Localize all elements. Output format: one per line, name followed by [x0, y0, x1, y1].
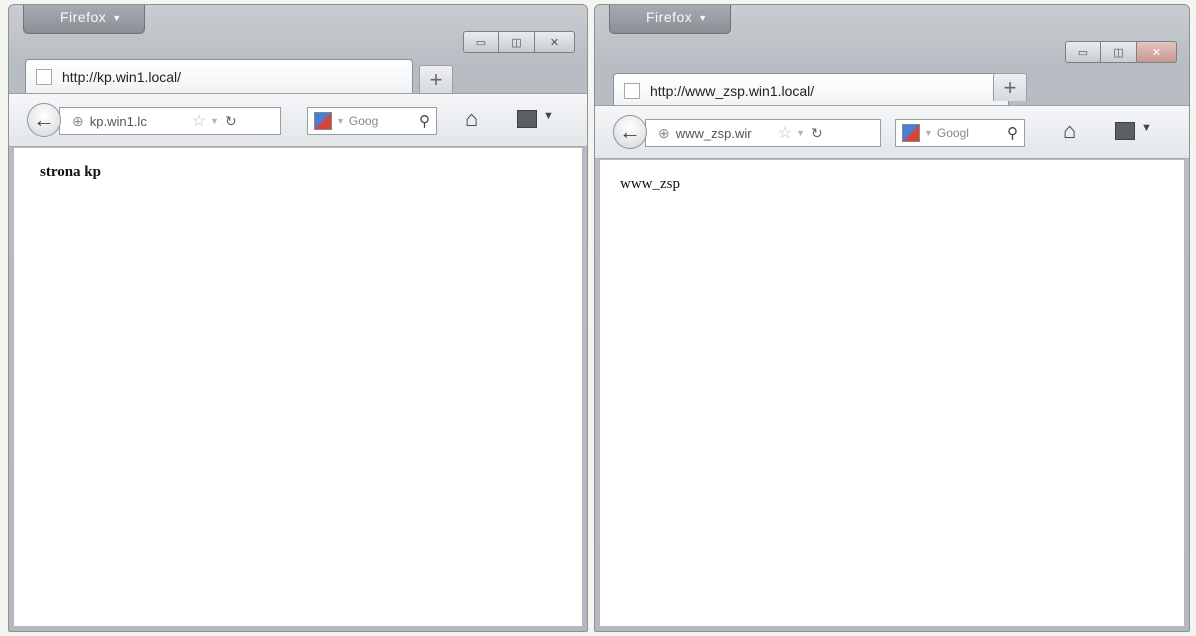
globe-icon: ⊕	[72, 112, 84, 129]
firefox-menu-button[interactable]: Firefox ▼	[609, 5, 731, 34]
reload-icon[interactable]: ↻	[811, 125, 823, 142]
maximize-icon[interactable]: ◫	[499, 31, 535, 53]
arrow-left-icon: ←	[619, 119, 641, 144]
search-box[interactable]: ▼ Goog ⚲	[307, 107, 437, 135]
new-tab-button[interactable]: +	[419, 65, 453, 93]
search-icon[interactable]: ⚲	[419, 112, 430, 130]
tab-active[interactable]: http://www_zsp.win1.local/	[613, 73, 1009, 107]
url-bar[interactable]: ⊕ www_zsp.wir ☆ ▼ ↻	[645, 119, 881, 147]
search-box[interactable]: ▼ Googl ⚲	[895, 119, 1025, 147]
star-icon[interactable]: ☆	[778, 123, 792, 143]
bookmarks-icon[interactable]	[517, 110, 537, 128]
plus-icon: +	[1003, 74, 1017, 100]
navigation-toolbar: ⊕ www_zsp.wir ☆ ▼ ↻ ← ▼ Googl ⚲ ⌂ ▼	[595, 105, 1189, 159]
url-text: kp.win1.lc	[89, 113, 147, 129]
chevron-down-icon: ▼	[698, 13, 708, 24]
page-content: www_zsp	[599, 159, 1185, 627]
url-bar[interactable]: ⊕ kp.win1.lc ☆ ▼ ↻	[59, 107, 281, 135]
bookmarks-dropdown-icon[interactable]: ▼	[1141, 122, 1152, 134]
engine-dropdown-icon[interactable]: ▼	[336, 116, 345, 126]
browser-window-left: Firefox ▼ ▭ ◫ ✕ http://kp.win1.local/ + ⊕…	[8, 4, 588, 632]
page-favicon-icon	[624, 82, 640, 99]
minimize-icon[interactable]: ▭	[463, 31, 499, 53]
search-icon[interactable]: ⚲	[1007, 124, 1018, 142]
bookmarks-icon[interactable]	[1115, 122, 1135, 140]
back-button[interactable]: ←	[613, 115, 647, 149]
search-engine-icon[interactable]	[902, 124, 920, 142]
page-content: strona kp	[13, 147, 583, 627]
home-icon[interactable]: ⌂	[1063, 118, 1076, 144]
firefox-menu-label: Firefox	[646, 9, 693, 25]
minimize-icon[interactable]: ▭	[1065, 41, 1101, 63]
history-dropdown-icon[interactable]: ▼	[210, 116, 219, 126]
chevron-down-icon: ▼	[112, 13, 122, 24]
search-text: Goog	[348, 114, 379, 128]
search-engine-icon[interactable]	[314, 112, 332, 130]
page-text: strona kp	[40, 164, 101, 180]
maximize-icon[interactable]: ◫	[1101, 41, 1137, 63]
bookmarks-dropdown-icon[interactable]: ▼	[543, 110, 554, 122]
engine-dropdown-icon[interactable]: ▼	[924, 128, 933, 138]
tab-title: http://kp.win1.local/	[62, 68, 182, 85]
search-text: Googl	[936, 126, 969, 140]
page-text: www_zsp	[620, 176, 680, 192]
history-dropdown-icon[interactable]: ▼	[796, 128, 805, 138]
star-icon[interactable]: ☆	[192, 111, 206, 131]
close-icon[interactable]: ✕	[535, 31, 575, 53]
firefox-menu-label: Firefox	[60, 9, 107, 25]
globe-icon: ⊕	[658, 124, 670, 141]
home-icon[interactable]: ⌂	[465, 106, 478, 132]
reload-icon[interactable]: ↻	[225, 113, 237, 130]
close-icon[interactable]: ✕	[1137, 41, 1177, 63]
window-controls: ▭ ◫ ✕	[1065, 41, 1177, 63]
page-favicon-icon	[36, 68, 52, 85]
plus-icon: +	[429, 66, 443, 92]
url-text: www_zsp.wir	[675, 125, 752, 141]
window-controls: ▭ ◫ ✕	[463, 31, 575, 53]
new-tab-button[interactable]: +	[993, 73, 1027, 101]
arrow-left-icon: ←	[33, 107, 55, 132]
navigation-toolbar: ⊕ kp.win1.lc ☆ ▼ ↻ ← ▼ Goog ⚲ ⌂ ▼	[9, 93, 587, 147]
tab-title: http://www_zsp.win1.local/	[650, 82, 815, 99]
browser-window-right: Firefox ▼ ▭ ◫ ✕ http://www_zsp.win1.local…	[594, 4, 1190, 632]
tab-active[interactable]: http://kp.win1.local/	[25, 59, 413, 93]
firefox-menu-button[interactable]: Firefox ▼	[23, 5, 145, 34]
back-button[interactable]: ←	[27, 103, 61, 137]
